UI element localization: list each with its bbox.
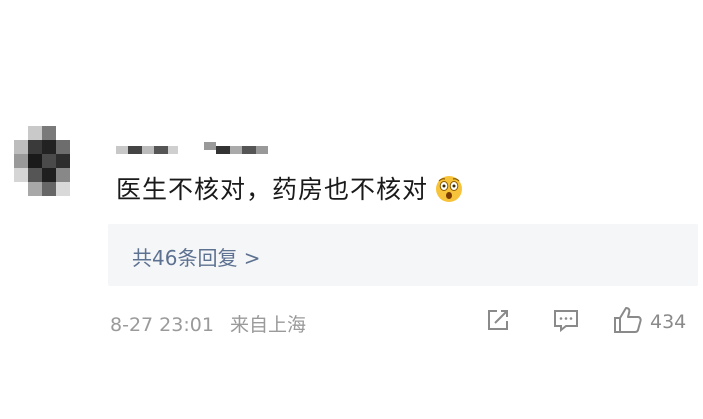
comment-meta: 8-27 23:01 来自上海	[110, 310, 316, 337]
comment-text-row: 医生不核对，药房也不核对	[116, 170, 464, 210]
comment-item: 医生不核对，药房也不核对 共46条回复 > 8-27 23:01 来自上海 43…	[0, 0, 703, 419]
thumbs-up-icon	[612, 305, 644, 339]
reply-button[interactable]	[552, 308, 580, 336]
share-icon	[484, 306, 512, 338]
share-button[interactable]	[484, 308, 512, 336]
shocked-face-emoji-icon	[434, 174, 464, 210]
replies-box[interactable]: 共46条回复 >	[108, 224, 698, 286]
comment-location: 来自上海	[229, 314, 306, 336]
reply-icon	[552, 306, 580, 338]
comment-date: 8-27 23:01	[110, 314, 214, 336]
comment-text: 医生不核对，药房也不核对	[116, 175, 429, 204]
username-pixelated[interactable]	[116, 140, 276, 158]
like-button[interactable]: 434	[612, 305, 687, 339]
view-replies-link[interactable]: 共46条回复 >	[132, 242, 261, 271]
like-count: 434	[650, 311, 687, 333]
avatar[interactable]	[14, 126, 70, 206]
